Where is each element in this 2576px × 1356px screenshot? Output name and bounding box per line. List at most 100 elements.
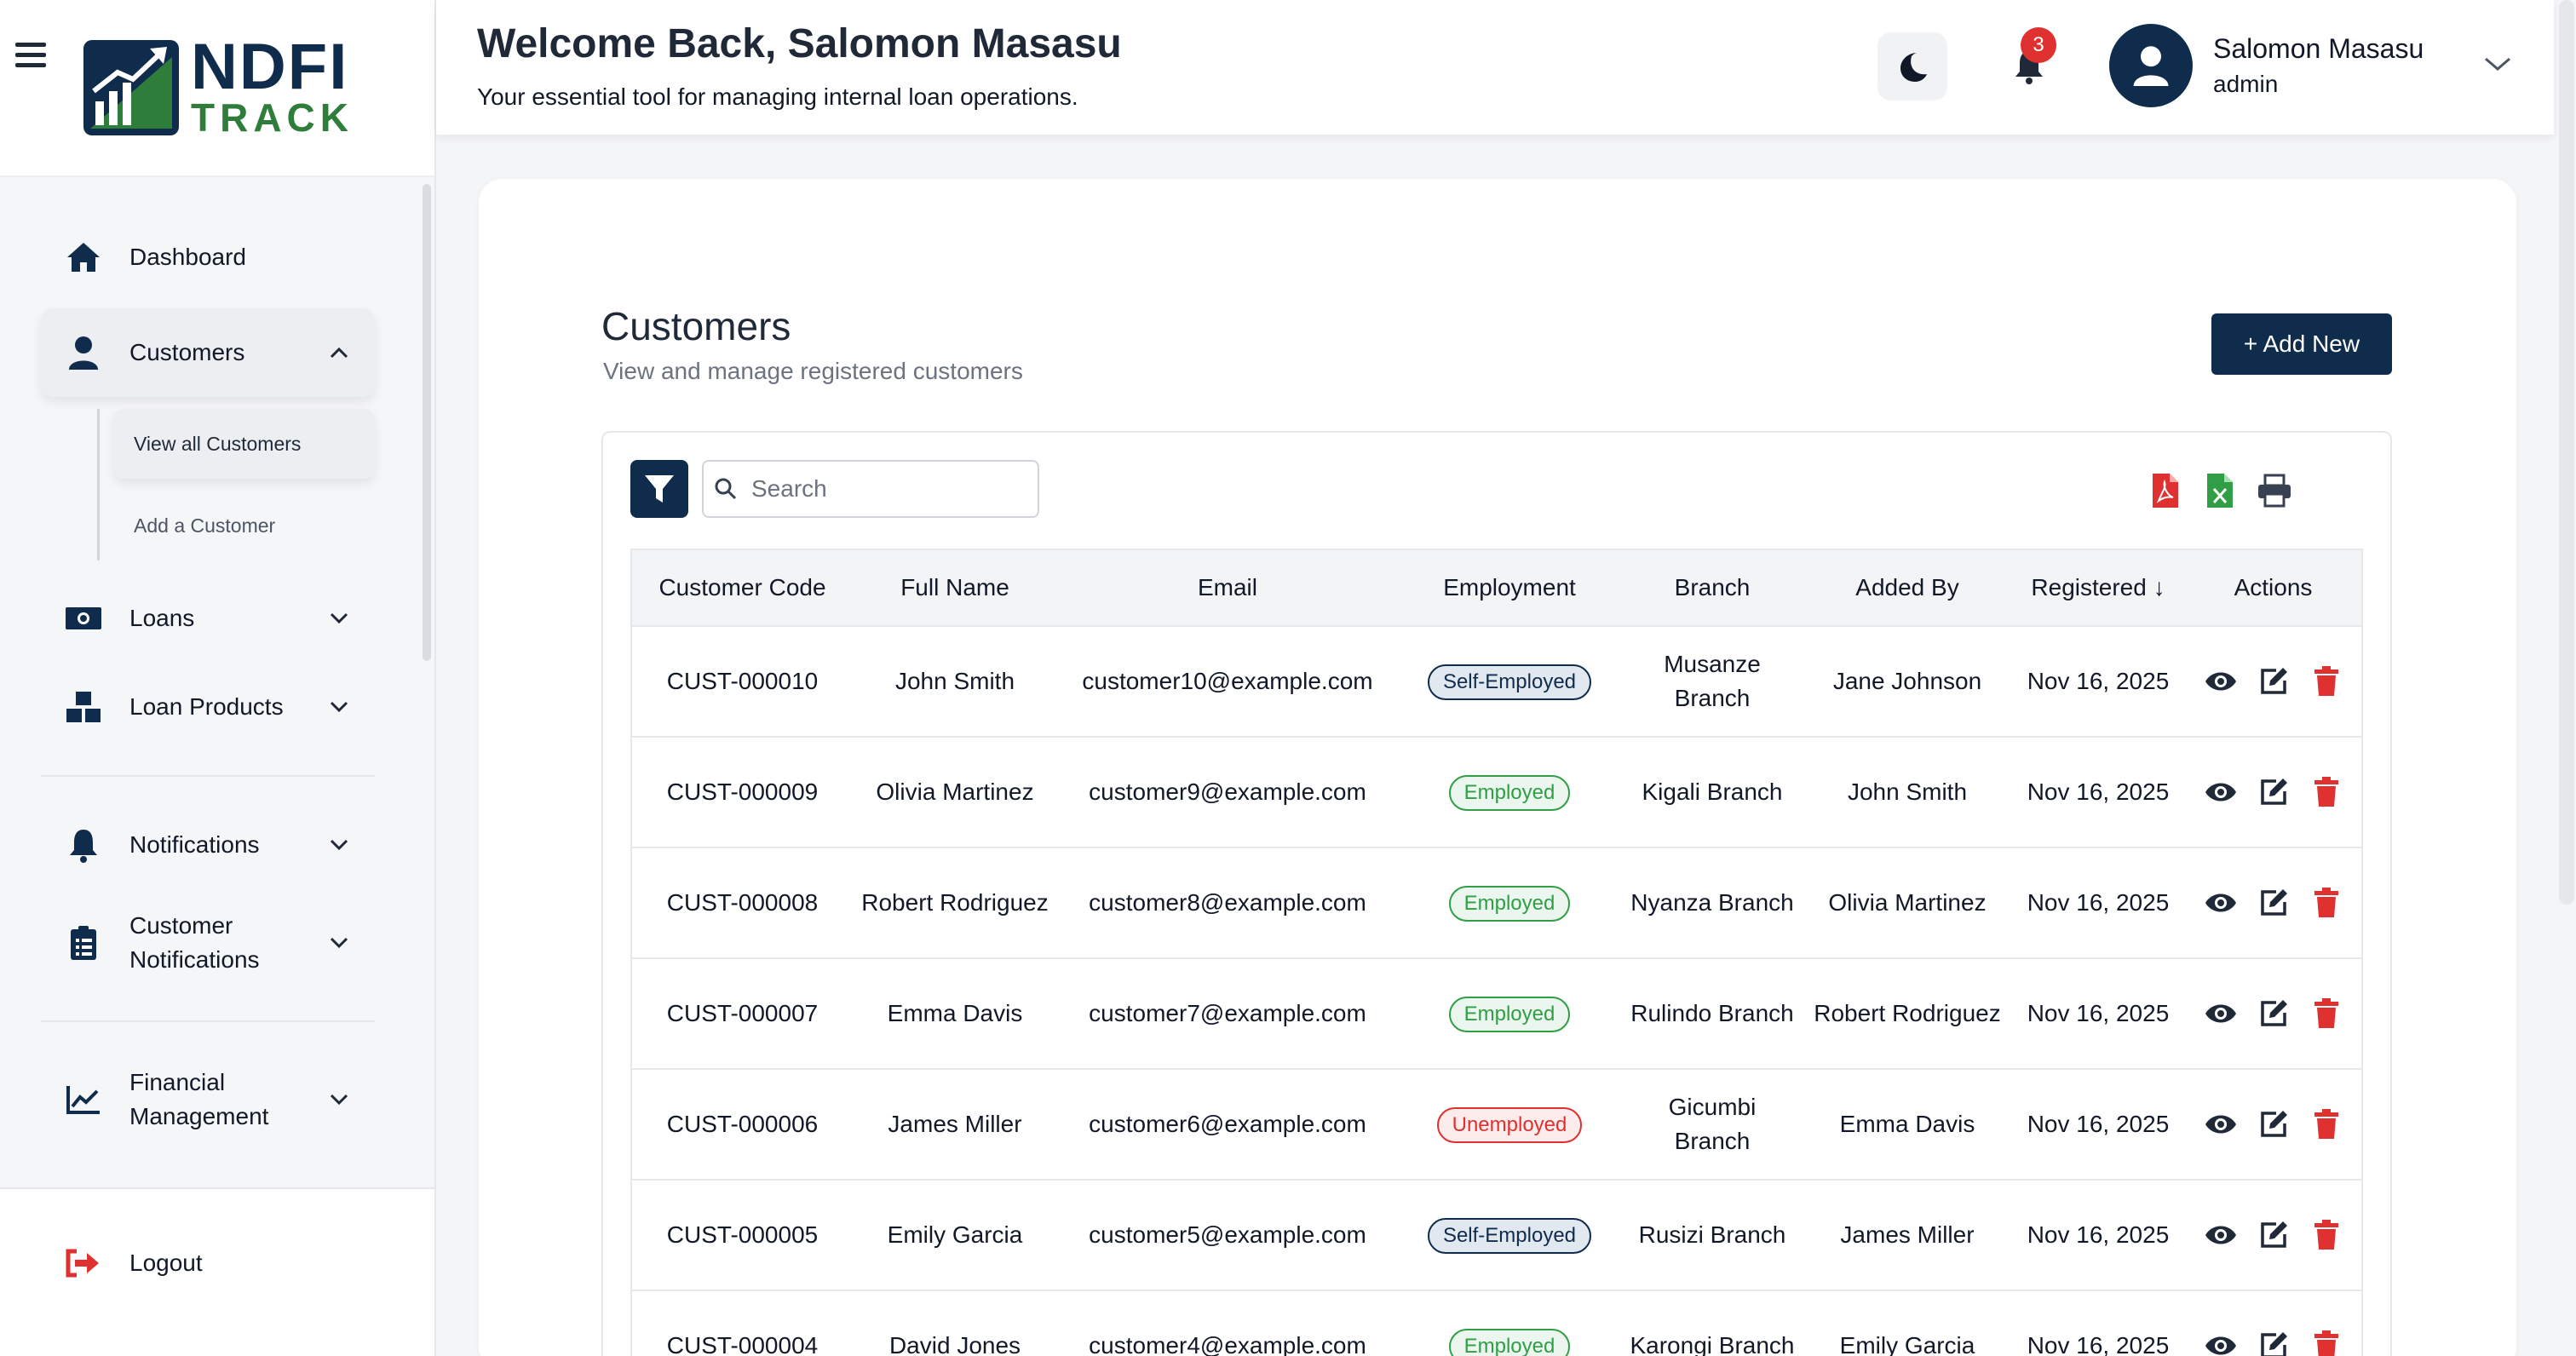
sidebar: NDFI TRACK Dashboard Customers View all … xyxy=(0,0,436,1356)
edit-button[interactable] xyxy=(2257,997,2291,1031)
table-row[interactable]: CUST-000008 Robert Rodriguez customer8@e… xyxy=(631,848,2362,958)
cell-full-name: Emma Davis xyxy=(887,1000,1023,1026)
page-scrollbar[interactable] xyxy=(2559,0,2574,905)
employment-status-badge: Self-Employed xyxy=(1427,664,1592,700)
cell-full-name: David Jones xyxy=(888,1332,1021,1356)
delete-button[interactable] xyxy=(2309,664,2343,698)
column-header-full-name[interactable]: Full Name xyxy=(853,549,1057,626)
add-new-button[interactable]: + Add New xyxy=(2211,313,2392,375)
view-button[interactable] xyxy=(2204,997,2238,1031)
column-header-added-by[interactable]: Added By xyxy=(1803,549,2011,626)
cell-actions xyxy=(2185,1290,2362,1356)
bell-icon xyxy=(65,826,102,864)
sidebar-header: NDFI TRACK xyxy=(0,0,434,177)
cell-employment: Employed xyxy=(1398,1290,1621,1356)
sidebar-item-dashboard[interactable]: Dashboard xyxy=(41,213,375,302)
table-row[interactable]: CUST-000005 Emily Garcia customer5@examp… xyxy=(631,1180,2362,1290)
cell-employment: Self-Employed xyxy=(1398,626,1621,737)
logo[interactable]: NDFI TRACK xyxy=(83,35,354,140)
cell-registered: Nov 16, 2025 xyxy=(2027,1221,2170,1248)
cell-email: customer7@example.com xyxy=(1089,1000,1366,1026)
table-row[interactable]: CUST-000010 John Smith customer10@exampl… xyxy=(631,626,2362,737)
notification-count-badge: 3 xyxy=(2021,27,2056,63)
cell-added-by: John Smith xyxy=(1847,779,1968,805)
trash-icon xyxy=(2314,777,2338,807)
sidebar-item-financial-management[interactable]: Financial Management xyxy=(41,1046,375,1153)
edit-icon xyxy=(2260,889,2287,916)
view-button[interactable] xyxy=(2204,1218,2238,1252)
column-header-employment[interactable]: Employment xyxy=(1398,549,1621,626)
search-box xyxy=(702,460,1039,518)
sidebar-divider xyxy=(41,775,375,777)
chevron-down-icon xyxy=(327,606,351,630)
delete-button[interactable] xyxy=(2309,997,2343,1031)
table-row[interactable]: CUST-000004 David Jones customer4@exampl… xyxy=(631,1290,2362,1356)
customers-subnav: View all Customers Add a Customer xyxy=(97,409,375,560)
sidebar-item-notifications[interactable]: Notifications xyxy=(41,801,375,889)
cell-actions xyxy=(2185,958,2362,1069)
edit-button[interactable] xyxy=(2257,886,2291,920)
sidebar-scrollbar[interactable] xyxy=(423,184,431,661)
table-row[interactable]: CUST-000007 Emma Davis customer7@example… xyxy=(631,958,2362,1069)
delete-button[interactable] xyxy=(2309,775,2343,809)
delete-button[interactable] xyxy=(2309,1107,2343,1141)
view-button[interactable] xyxy=(2204,886,2238,920)
table-row[interactable]: CUST-000009 Olivia Martinez customer9@ex… xyxy=(631,737,2362,848)
sidebar-item-loans[interactable]: Loans xyxy=(41,574,375,663)
subnav-view-all-customers[interactable]: View all Customers xyxy=(113,409,375,479)
sidebar-item-customer-notifications[interactable]: Customer Notifications xyxy=(41,889,375,997)
sidebar-item-label: Financial Management xyxy=(129,1069,269,1129)
cell-registered: Nov 16, 2025 xyxy=(2027,889,2170,916)
column-header-customer-code[interactable]: Customer Code xyxy=(631,549,853,626)
cell-employment: Employed xyxy=(1398,958,1621,1069)
boxes-icon xyxy=(65,688,102,726)
print-button[interactable] xyxy=(2256,470,2293,511)
view-button[interactable] xyxy=(2204,775,2238,809)
sidebar-item-loan-products[interactable]: Loan Products xyxy=(41,663,375,751)
delete-button[interactable] xyxy=(2309,1329,2343,1356)
chevron-down-icon xyxy=(327,833,351,857)
cell-actions xyxy=(2185,1069,2362,1180)
subnav-add-customer[interactable]: Add a Customer xyxy=(113,491,375,560)
cell-branch: Musanze Branch xyxy=(1664,651,1761,711)
column-header-branch[interactable]: Branch xyxy=(1621,549,1803,626)
chevron-down-icon xyxy=(327,695,351,719)
view-button[interactable] xyxy=(2204,1107,2238,1141)
top-bar: Welcome Back, Salomon Masasu Your essent… xyxy=(436,0,2554,135)
logout-button[interactable]: Logout xyxy=(65,1249,203,1278)
customers-table-card: Customer Code Full Name Email Employment… xyxy=(601,431,2392,1356)
view-button[interactable] xyxy=(2204,664,2238,698)
cell-customer-code: CUST-000004 xyxy=(666,1332,819,1356)
column-header-email[interactable]: Email xyxy=(1057,549,1398,626)
hamburger-menu-icon[interactable] xyxy=(15,43,46,70)
edit-button[interactable] xyxy=(2257,775,2291,809)
edit-button[interactable] xyxy=(2257,1218,2291,1252)
cell-added-by: Robert Rodriguez xyxy=(1814,1000,2001,1026)
edit-button[interactable] xyxy=(2257,664,2291,698)
view-button[interactable] xyxy=(2204,1329,2238,1356)
table-row[interactable]: CUST-000006 James Miller customer6@examp… xyxy=(631,1069,2362,1180)
trash-icon xyxy=(2314,1330,2338,1356)
employment-status-badge: Employed xyxy=(1448,996,1571,1032)
logo-text-track: TRACK xyxy=(191,95,354,140)
delete-button[interactable] xyxy=(2309,886,2343,920)
export-excel-button[interactable] xyxy=(2201,470,2239,511)
user-menu[interactable]: Salomon Masasu admin xyxy=(2109,24,2512,107)
cell-full-name: James Miller xyxy=(888,1111,1022,1137)
delete-button[interactable] xyxy=(2309,1218,2343,1252)
cell-branch: Rusizi Branch xyxy=(1638,1221,1786,1248)
logout-icon xyxy=(65,1249,102,1278)
user-icon xyxy=(65,334,102,371)
edit-button[interactable] xyxy=(2257,1107,2291,1141)
edit-button[interactable] xyxy=(2257,1329,2291,1356)
edit-icon xyxy=(2260,1332,2287,1356)
sidebar-item-label: Customers xyxy=(129,339,245,365)
export-pdf-button[interactable] xyxy=(2147,470,2184,511)
search-input[interactable] xyxy=(751,475,1024,503)
sidebar-item-customers[interactable]: Customers xyxy=(41,308,375,397)
theme-toggle-button[interactable] xyxy=(1877,32,1947,101)
search-icon xyxy=(715,478,737,500)
column-header-registered[interactable]: Registered ↓ xyxy=(2011,549,2185,626)
cell-email: customer10@example.com xyxy=(1082,668,1373,694)
filter-button[interactable] xyxy=(630,460,688,518)
